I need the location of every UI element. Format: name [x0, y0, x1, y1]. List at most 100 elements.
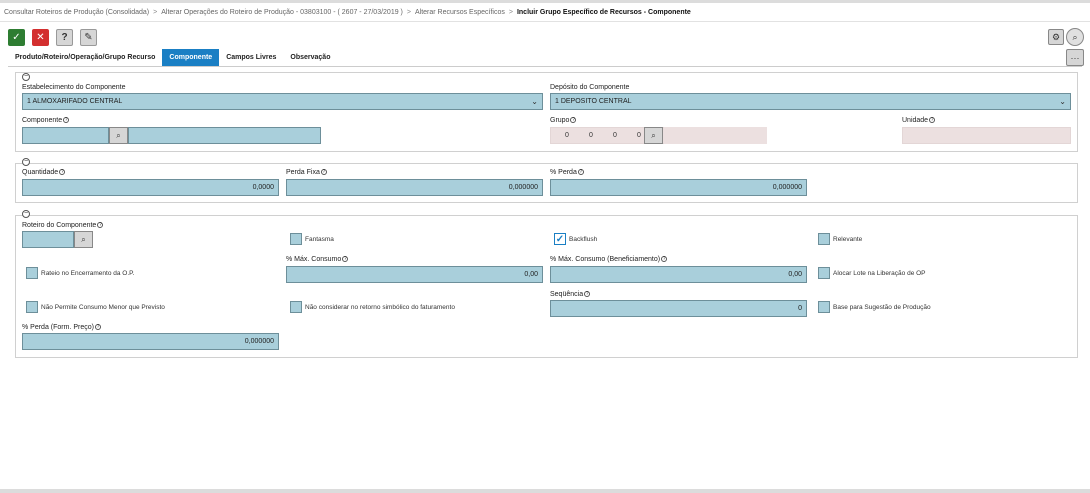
breadcrumb-separator: >: [153, 9, 158, 16]
quantidade-label: Quantidade?: [22, 169, 66, 176]
question-icon: ?: [61, 32, 68, 43]
max-consumo-label-text: % Máx. Consumo: [286, 256, 342, 263]
grupo-search-button[interactable]: ⌕: [644, 127, 663, 144]
help-icon[interactable]: ?: [661, 256, 668, 262]
max-consumo-input[interactable]: 0,00: [286, 266, 543, 283]
sequencia-input[interactable]: 0: [550, 300, 807, 317]
check-icon: ✓: [12, 32, 21, 43]
nao-considerar-label: Não considerar no retorno simbólico do f…: [305, 304, 455, 311]
max-consumo-benef-label: % Máx. Consumo (Beneficiamento)?: [550, 256, 668, 263]
componente-search-button[interactable]: ⌕: [109, 127, 128, 144]
search-icon: ⌕: [651, 130, 656, 140]
close-icon: ✕: [36, 32, 45, 43]
cancel-button[interactable]: ✕: [32, 29, 49, 46]
tab-produto-roteiro[interactable]: Produto/Roteiro/Operação/Grupo Recurso: [8, 49, 162, 66]
search-icon: ⌕: [81, 234, 86, 244]
grupo-label: Grupo?: [550, 117, 577, 124]
estabelecimento-value: 1 ALMOXARIFADO CENTRAL: [27, 98, 123, 105]
alocar-lote-checkbox[interactable]: [818, 267, 830, 279]
componente-label: Componente?: [22, 117, 70, 124]
perda-fixa-label-text: Perda Fixa: [286, 169, 320, 176]
sequencia-label: Seqüência?: [550, 291, 591, 298]
top-border: [0, 0, 1090, 3]
fantasma-label: Fantasma: [305, 236, 334, 243]
help-icon[interactable]: ?: [320, 169, 327, 175]
help-icon[interactable]: ?: [342, 256, 349, 262]
relevante-checkbox[interactable]: [818, 233, 830, 245]
tab-divider: [8, 66, 1082, 67]
global-search-button[interactable]: ⌕: [1066, 28, 1084, 46]
grupo-value-4: 0: [637, 132, 641, 139]
perda-fixa-input[interactable]: 0,000000: [286, 179, 543, 196]
header-divider: [0, 21, 1090, 22]
confirm-button[interactable]: ✓: [8, 29, 25, 46]
grupo-value-3: 0: [613, 132, 617, 139]
check-icon: ✓: [555, 233, 565, 245]
breadcrumb: Consultar Roteiros de Produção (Consolid…: [4, 9, 691, 16]
nao-considerar-checkbox[interactable]: [290, 301, 302, 313]
tab-observacao[interactable]: Observação: [283, 49, 337, 66]
collapse-section-2-icon[interactable]: −: [22, 158, 30, 166]
help-icon[interactable]: ?: [63, 117, 70, 123]
breadcrumb-separator: >: [508, 9, 513, 16]
search-icon: ⌕: [116, 130, 121, 140]
rateio-checkbox[interactable]: [26, 267, 38, 279]
help-icon[interactable]: ?: [94, 324, 101, 330]
componente-input[interactable]: [22, 127, 109, 144]
perda-form-label-text: % Perda (Form. Preço): [22, 324, 94, 331]
deposito-select[interactable]: 1 DEPOSITO CENTRAL ⌄: [550, 93, 1071, 110]
unidade-label-text: Unidade: [902, 117, 929, 124]
tool-button[interactable]: ✎: [80, 29, 97, 46]
max-consumo-benef-label-text: % Máx. Consumo (Beneficiamento): [550, 256, 661, 263]
quantidade-input[interactable]: 0,0000: [22, 179, 279, 196]
max-consumo-benef-input[interactable]: 0,00: [550, 266, 807, 283]
help-icon[interactable]: ?: [584, 291, 591, 297]
more-options-button[interactable]: ···: [1066, 49, 1084, 66]
estabelecimento-select[interactable]: 1 ALMOXARIFADO CENTRAL ⌄: [22, 93, 543, 110]
grupo-label-text: Grupo: [550, 117, 570, 124]
grupo-value-1: 0: [565, 132, 569, 139]
base-sugestao-label: Base para Sugestão de Produção: [833, 304, 931, 311]
max-consumo-label: % Máx. Consumo?: [286, 256, 349, 263]
breadcrumb-item-alterar-operacoes[interactable]: Alterar Operações do Roteiro de Produção…: [161, 9, 403, 16]
perda-form-input[interactable]: 0,000000: [22, 333, 279, 350]
perda-fixa-label: Perda Fixa?: [286, 169, 327, 176]
nao-permite-checkbox[interactable]: [26, 301, 38, 313]
tab-campos-livres[interactable]: Campos Livres: [219, 49, 283, 66]
gear-icon: ⚙: [1051, 31, 1061, 42]
componente-description: [128, 127, 321, 144]
tab-componente[interactable]: Componente: [162, 49, 220, 66]
estabelecimento-label: Estabelecimento do Componente: [22, 84, 126, 91]
fantasma-checkbox[interactable]: [290, 233, 302, 245]
breadcrumb-item-alterar-recursos[interactable]: Alterar Recursos Específicos: [415, 9, 505, 16]
settings-button[interactable]: ⚙: [1048, 29, 1064, 45]
breadcrumb-item-consultar[interactable]: Consultar Roteiros de Produção (Consolid…: [4, 9, 149, 16]
perc-perda-label-text: % Perda: [550, 169, 577, 176]
roteiro-search-button[interactable]: ⌕: [74, 231, 93, 248]
perc-perda-input[interactable]: 0,000000: [550, 179, 807, 196]
help-button[interactable]: ?: [56, 29, 73, 46]
wrench-icon: ✎: [84, 32, 93, 43]
help-icon[interactable]: ?: [59, 169, 66, 175]
rateio-label: Rateio no Encerramento da O.P.: [41, 270, 135, 277]
help-icon[interactable]: ?: [97, 222, 104, 228]
help-icon[interactable]: ?: [577, 169, 584, 175]
unidade-field: [902, 127, 1071, 144]
alocar-lote-label: Alocar Lote na Liberação de OP: [833, 270, 926, 277]
roteiro-input[interactable]: [22, 231, 74, 248]
perc-perda-label: % Perda?: [550, 169, 584, 176]
collapse-section-3-icon[interactable]: −: [22, 210, 30, 218]
componente-label-text: Componente: [22, 117, 63, 124]
base-sugestao-checkbox[interactable]: [818, 301, 830, 313]
grupo-value-2: 0: [589, 132, 593, 139]
collapse-section-1-icon[interactable]: −: [22, 73, 30, 81]
backflush-checkbox[interactable]: ✓: [554, 233, 566, 245]
help-icon[interactable]: ?: [929, 117, 936, 123]
chevron-down-icon: ⌄: [531, 97, 538, 106]
sequencia-label-text: Seqüência: [550, 291, 584, 298]
roteiro-label: Roteiro do Componente?: [22, 222, 104, 229]
help-icon[interactable]: ?: [570, 117, 577, 123]
search-icon: ⌕: [1072, 31, 1078, 42]
deposito-label: Depósito do Componente: [550, 84, 630, 91]
chevron-down-icon: ⌄: [1059, 97, 1066, 106]
